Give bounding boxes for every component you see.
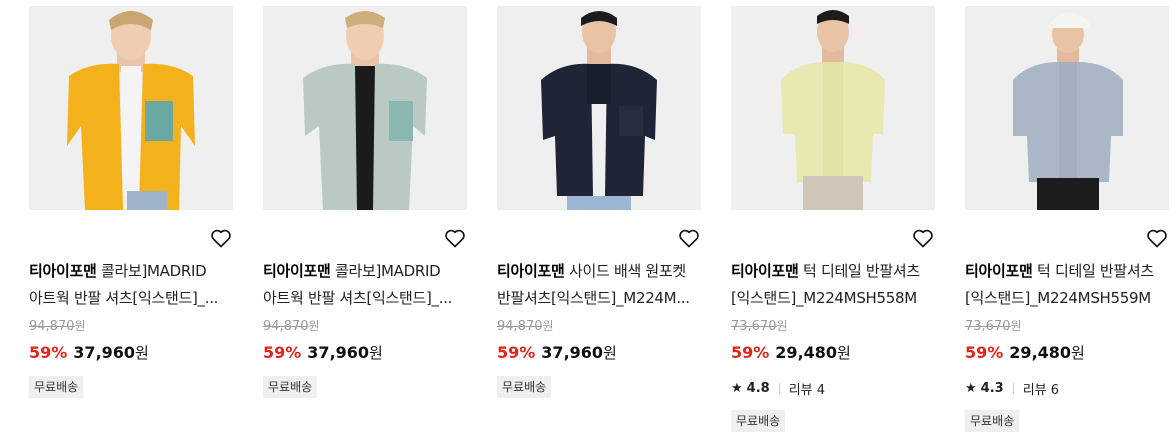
sale-price: 59% 37,960원 (29, 343, 149, 362)
product-image[interactable] (965, 6, 1169, 210)
product-card[interactable]: 티아이포맨 콜라보]MADRID 아트웍 반팔 셔츠[익스탠드]_... 94,… (29, 6, 233, 398)
brand-name: 티아이포맨 (497, 262, 565, 280)
title-text: 턱 디테일 반팔셔츠 (802, 262, 920, 280)
original-price: 94,870원 (263, 319, 320, 334)
original-price: 94,870원 (497, 319, 554, 334)
product-title[interactable]: 티아이포맨 콜라보]MADRID 아트웍 반팔 셔츠[익스탠드]_... (29, 258, 241, 312)
product-card[interactable]: 티아이포맨 턱 디테일 반팔셔츠 [익스탠드]_M224MSH559M 73,6… (965, 6, 1169, 432)
rating-score: 4.8 (746, 381, 770, 396)
sale-price: 59% 37,960원 (263, 343, 383, 362)
title-text: 콜라보]MADRID (334, 262, 441, 280)
rating-score: 4.3 (980, 381, 1004, 396)
title-text-line2: [익스탠드]_M224MSH559M (965, 289, 1151, 307)
product-card[interactable]: 티아이포맨 콜라보]MADRID 아트웍 반팔 셔츠[익스탠드]_... 94,… (263, 6, 467, 398)
free-shipping-badge: 무료배송 (497, 376, 552, 398)
product-card[interactable]: 티아이포맨 턱 디테일 반팔셔츠 [익스탠드]_M224MSH558M 73,6… (731, 6, 935, 432)
star-icon: ★ (731, 381, 743, 396)
heart-icon[interactable] (209, 226, 233, 250)
discount-rate: 59% (731, 343, 770, 362)
product-title[interactable]: 티아이포맨 콜라보]MADRID 아트웍 반팔 셔츠[익스탠드]_... (263, 258, 475, 312)
star-icon: ★ (965, 381, 977, 396)
discount-rate: 59% (263, 343, 302, 362)
heart-icon[interactable] (1145, 226, 1169, 250)
rating-row: ★ 4.8 리뷰 4 (731, 379, 825, 398)
title-text: 턱 디테일 반팔셔츠 (1036, 262, 1154, 280)
product-title[interactable]: 티아이포맨 턱 디테일 반팔셔츠 [익스탠드]_M224MSH559M (965, 258, 1176, 312)
discount-rate: 59% (497, 343, 536, 362)
original-price: 73,670원 (731, 319, 788, 334)
product-image[interactable] (497, 6, 701, 210)
product-title[interactable]: 티아이포맨 턱 디테일 반팔셔츠 [익스탠드]_M224MSH558M (731, 258, 943, 312)
free-shipping-badge: 무료배송 (29, 376, 84, 398)
product-image[interactable] (29, 6, 233, 210)
divider (778, 383, 780, 394)
product-list: 티아이포맨 콜라보]MADRID 아트웍 반팔 셔츠[익스탠드]_... 94,… (0, 0, 1176, 444)
product-image[interactable] (731, 6, 935, 210)
brand-name: 티아이포맨 (731, 262, 799, 280)
discount-rate: 59% (965, 343, 1004, 362)
title-text-line2: 반팔셔츠[익스탠드]_M224M... (497, 289, 690, 307)
title-text-line2: [익스탠드]_M224MSH558M (731, 289, 917, 307)
brand-name: 티아이포맨 (263, 262, 331, 280)
divider (1012, 383, 1014, 394)
original-price: 94,870원 (29, 319, 86, 334)
review-count[interactable]: 리뷰 4 (789, 379, 825, 398)
product-title[interactable]: 티아이포맨 사이드 배색 원포켓 반팔셔츠[익스탠드]_M224M... (497, 258, 709, 312)
sale-price: 59% 29,480원 (731, 343, 851, 362)
discount-rate: 59% (29, 343, 68, 362)
free-shipping-badge: 무료배송 (263, 376, 318, 398)
free-shipping-badge: 무료배송 (731, 410, 786, 432)
title-text-line2: 아트웍 반팔 셔츠[익스탠드]_... (263, 289, 453, 307)
title-text: 사이드 배색 원포켓 (568, 262, 686, 280)
brand-name: 티아이포맨 (965, 262, 1033, 280)
title-text: 콜라보]MADRID (100, 262, 207, 280)
rating-row: ★ 4.3 리뷰 6 (965, 379, 1059, 398)
product-card[interactable]: 티아이포맨 사이드 배색 원포켓 반팔셔츠[익스탠드]_M224M... 94,… (497, 6, 701, 398)
heart-icon[interactable] (677, 226, 701, 250)
title-text-line2: 아트웍 반팔 셔츠[익스탠드]_... (29, 289, 219, 307)
review-count[interactable]: 리뷰 6 (1023, 379, 1059, 398)
original-price: 73,670원 (965, 319, 1022, 334)
brand-name: 티아이포맨 (29, 262, 97, 280)
product-image[interactable] (263, 6, 467, 210)
free-shipping-badge: 무료배송 (965, 410, 1020, 432)
heart-icon[interactable] (911, 226, 935, 250)
sale-price: 59% 37,960원 (497, 343, 617, 362)
sale-price: 59% 29,480원 (965, 343, 1085, 362)
heart-icon[interactable] (443, 226, 467, 250)
